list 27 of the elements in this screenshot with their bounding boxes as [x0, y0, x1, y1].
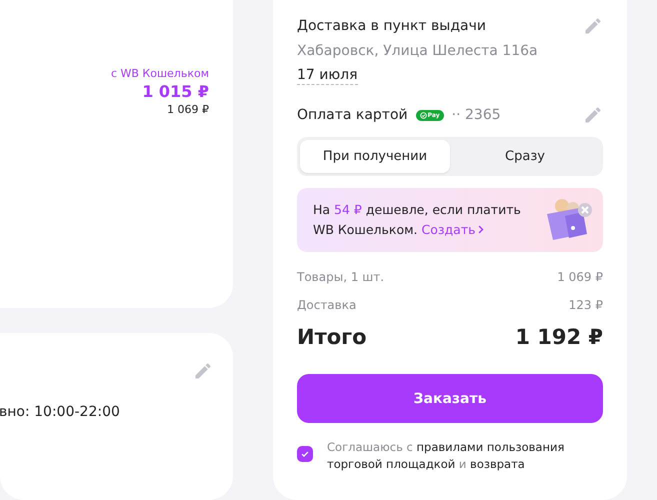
wallet-price-label: с WB Кошельком	[110, 67, 209, 80]
total-label: Итого	[297, 325, 367, 349]
consent-checkbox[interactable]	[297, 446, 313, 462]
order-button[interactable]: Заказать	[297, 374, 603, 423]
edit-icon[interactable]	[583, 16, 603, 36]
summary-label: Доставка	[297, 298, 356, 312]
edit-icon[interactable]	[193, 361, 213, 381]
summary-value: 1 069 ₽	[557, 270, 603, 284]
opening-hours: вно: 10:00-22:00	[0, 404, 121, 420]
consent-text: Соглашаюсь с правилами пользования торговой площадкой и возврата	[327, 439, 566, 473]
payment-option[interactable]: При получении	[300, 140, 450, 173]
delivery-date[interactable]: 17 июля	[297, 67, 358, 85]
create-wallet-link[interactable]: Создать	[422, 222, 484, 237]
check-icon	[300, 449, 310, 459]
card-number: ·· 2365	[452, 107, 501, 123]
total-value: 1 192 ₽	[515, 325, 603, 349]
price: 1 069 ₽	[167, 103, 209, 116]
promo-text: На 54 ₽ дешевле, если платить WB Кошельком. Создать	[313, 201, 522, 239]
chevron-icon	[478, 225, 484, 234]
edit-icon[interactable]	[583, 105, 603, 125]
summary-label: Товары, 1 шт.	[297, 270, 384, 284]
wallet-price: 1 015 ₽	[142, 82, 209, 101]
payment-option[interactable]: Сразу	[450, 140, 600, 173]
delivery-title: Доставка в пункт выдачи	[297, 18, 486, 34]
pickup-address: Хабаровск, Улица Шелеста 116а	[297, 43, 539, 59]
payment-title: Оплата картой	[297, 107, 408, 123]
summary-value: 123 ₽	[568, 298, 603, 312]
